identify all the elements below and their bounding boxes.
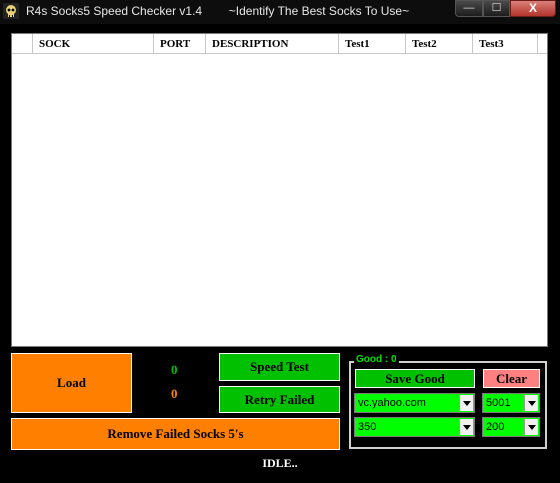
port-select-value: 5001 bbox=[486, 397, 511, 409]
count-select[interactable]: 200 bbox=[482, 417, 540, 437]
count-select-value: 200 bbox=[486, 421, 505, 433]
host-select-value: vc.yahoo.com bbox=[358, 397, 426, 409]
size-select[interactable]: 350 bbox=[354, 417, 475, 437]
status-text: IDLE.. bbox=[262, 456, 298, 470]
load-button[interactable]: Load bbox=[11, 353, 132, 413]
speed-test-button[interactable]: Speed Test bbox=[219, 353, 340, 381]
title-bar: R4s Socks5 Speed Checker v1.4 ~Identify … bbox=[0, 0, 560, 24]
column-header-select[interactable] bbox=[12, 34, 33, 53]
chevron-down-icon[interactable] bbox=[459, 419, 473, 435]
failed-counter: 0 bbox=[171, 386, 178, 401]
column-header-test2[interactable]: Test2 bbox=[406, 34, 473, 53]
minimize-button[interactable]: — bbox=[455, 0, 483, 17]
tested-counter: 0 bbox=[171, 362, 178, 377]
chevron-down-icon[interactable] bbox=[524, 419, 538, 435]
column-header-description[interactable]: DESCRIPTION bbox=[206, 34, 339, 53]
good-count-label: Good : 0 bbox=[354, 354, 399, 365]
host-select[interactable]: vc.yahoo.com bbox=[354, 393, 475, 413]
column-header-port[interactable]: PORT bbox=[154, 34, 206, 53]
retry-failed-button[interactable]: Retry Failed bbox=[219, 386, 340, 413]
list-header: SOCK PORT DESCRIPTION Test1 Test2 Test3 bbox=[12, 34, 547, 54]
column-header-test1[interactable]: Test1 bbox=[339, 34, 406, 53]
size-select-value: 350 bbox=[358, 421, 377, 433]
column-header-sock[interactable]: SOCK bbox=[33, 34, 154, 53]
remove-failed-button[interactable]: Remove Failed Socks 5's bbox=[11, 418, 340, 450]
socks-list[interactable]: SOCK PORT DESCRIPTION Test1 Test2 Test3 bbox=[11, 33, 548, 347]
close-button[interactable]: X bbox=[510, 0, 556, 17]
chevron-down-icon[interactable] bbox=[459, 395, 473, 411]
clear-button[interactable]: Clear bbox=[483, 369, 540, 388]
column-header-test3[interactable]: Test3 bbox=[473, 34, 538, 53]
window-title: R4s Socks5 Speed Checker v1.4 ~Identify … bbox=[26, 4, 410, 18]
port-select[interactable]: 5001 bbox=[482, 393, 540, 413]
chevron-down-icon[interactable] bbox=[524, 395, 538, 411]
maximize-button[interactable]: ☐ bbox=[483, 0, 510, 17]
save-good-button[interactable]: Save Good bbox=[355, 369, 475, 388]
skull-icon bbox=[3, 3, 19, 19]
